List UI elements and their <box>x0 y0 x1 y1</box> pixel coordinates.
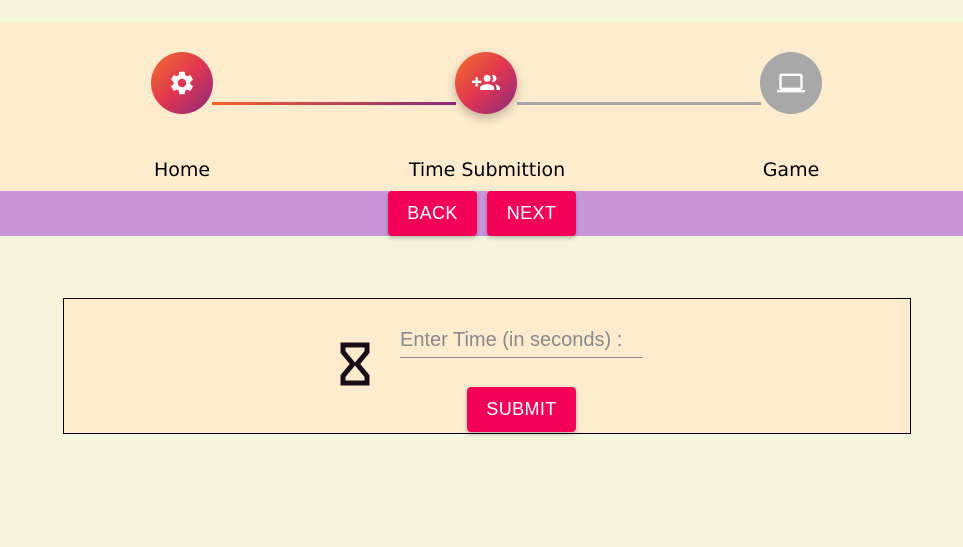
step-label-time-submission: Time Submittion <box>408 159 566 181</box>
next-button[interactable]: NEXT <box>487 191 576 236</box>
time-input[interactable] <box>400 323 643 358</box>
time-form-panel: SUBMIT <box>63 298 911 434</box>
step-label-home: Home <box>153 159 211 181</box>
submit-button[interactable]: SUBMIT <box>467 387 576 432</box>
stepper: Home Time Submittion Game <box>0 22 963 191</box>
step-home[interactable] <box>151 52 213 114</box>
step-connector-completed <box>212 102 456 105</box>
back-button[interactable]: BACK <box>388 191 477 236</box>
step-time-submission[interactable] <box>455 52 517 114</box>
step-label-game: Game <box>762 159 820 181</box>
nav-bar: BACK NEXT <box>0 191 963 236</box>
add-group-icon <box>472 74 500 90</box>
hourglass-icon <box>340 342 370 386</box>
gear-icon <box>171 71 193 95</box>
laptop-icon <box>777 73 805 93</box>
step-connector-pending <box>517 102 761 105</box>
step-game[interactable] <box>760 52 822 114</box>
page: Home Time Submittion Game BACK NEXT SUBM… <box>0 0 963 547</box>
